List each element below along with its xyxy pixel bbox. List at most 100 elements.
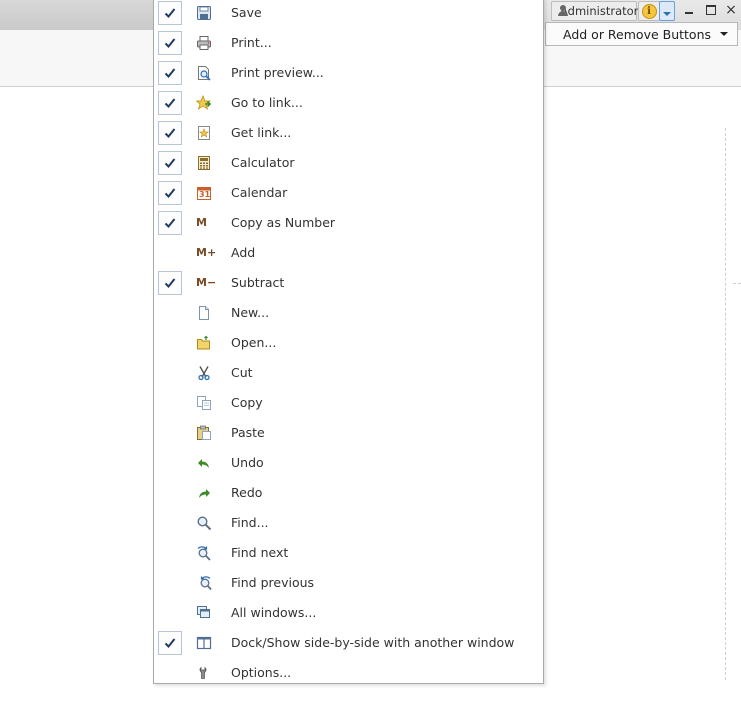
menu-item-subtract[interactable]: M− Subtract xyxy=(154,268,543,298)
checkmark-icon xyxy=(158,61,182,85)
dropdown-arrow-icon xyxy=(720,32,728,36)
redo-icon xyxy=(196,485,212,501)
menu-item-label: New... xyxy=(231,305,270,320)
menu-item-save[interactable]: Save xyxy=(154,0,543,28)
menu-item-print-preview[interactable]: Print preview... xyxy=(154,58,543,88)
toolbar-options-dropdown[interactable] xyxy=(659,1,675,21)
menu-item-find[interactable]: Find... xyxy=(154,508,543,538)
m-plus-icon: M+ xyxy=(196,245,216,261)
menu-item-label: Add xyxy=(231,245,256,260)
menu-item-label: Options... xyxy=(231,665,292,680)
menu-item-label: Redo xyxy=(231,485,263,500)
menu-item-label: Dock/Show side-by-side with another wind… xyxy=(231,635,515,650)
print-icon xyxy=(196,35,212,51)
menu-item-label: Find previous xyxy=(231,575,315,590)
save-icon xyxy=(196,5,212,21)
all-windows-icon xyxy=(196,605,212,621)
menu-item-find-next[interactable]: Find next xyxy=(154,538,543,568)
paste-icon xyxy=(196,425,212,441)
menu-item-calculator[interactable]: Calculator xyxy=(154,148,543,178)
dock-side-by-side-icon xyxy=(196,635,212,651)
open-folder-icon xyxy=(196,335,212,351)
menu-item-label: Open... xyxy=(231,335,277,350)
go-to-link-icon xyxy=(195,95,212,111)
find-icon xyxy=(196,515,212,531)
maximize-button[interactable] xyxy=(702,2,720,18)
menu-item-paste[interactable]: Paste xyxy=(154,418,543,448)
m-icon: M xyxy=(196,215,212,231)
menu-item-redo[interactable]: Redo xyxy=(154,478,543,508)
info-button[interactable]: i xyxy=(638,1,660,21)
menu-item-copy[interactable]: Copy xyxy=(154,388,543,418)
menu-item-label: Print preview... xyxy=(231,65,324,80)
find-previous-icon xyxy=(196,575,212,591)
scissors-icon xyxy=(196,365,212,381)
close-button[interactable]: × xyxy=(722,2,740,18)
menu-item-options[interactable]: Options... xyxy=(154,658,543,688)
get-link-icon xyxy=(196,125,212,141)
menu-item-undo[interactable]: Undo xyxy=(154,448,543,478)
checkmark-icon xyxy=(158,1,182,25)
checkmark-icon xyxy=(158,211,182,235)
menu-item-copy-as-number[interactable]: M Copy as Number xyxy=(154,208,543,238)
user-name: Administrator xyxy=(560,4,639,18)
checkmark-icon xyxy=(158,91,182,115)
menu-item-all-windows[interactable]: All windows... xyxy=(154,598,543,628)
checkmark-icon xyxy=(158,121,182,145)
copy-icon xyxy=(196,395,212,411)
add-remove-label: Add or Remove Buttons xyxy=(563,26,712,42)
add-remove-buttons[interactable]: Add or Remove Buttons xyxy=(545,22,738,46)
checkmark-icon xyxy=(158,631,182,655)
menu-item-go-to-link[interactable]: Go to link... xyxy=(154,88,543,118)
m-minus-icon: M− xyxy=(196,275,216,291)
menu-item-find-previous[interactable]: Find previous xyxy=(154,568,543,598)
find-next-icon xyxy=(196,545,212,561)
menu-item-label: Subtract xyxy=(231,275,285,290)
menu-item-label: Find next xyxy=(231,545,289,560)
menu-item-calendar[interactable]: 31 Calendar xyxy=(154,178,543,208)
menu-item-label: Print... xyxy=(231,35,272,50)
menu-item-get-link[interactable]: Get link... xyxy=(154,118,543,148)
checkmark-icon xyxy=(158,271,182,295)
add-remove-buttons-menu: Save Print... Print preview... Go to link..… xyxy=(153,0,544,684)
menu-item-label: Undo xyxy=(231,455,264,470)
dashed-divider xyxy=(725,128,726,680)
menu-item-label: Paste xyxy=(231,425,265,440)
menu-item-dock-show-side-by-side-with-another-window[interactable]: Dock/Show side-by-side with another wind… xyxy=(154,628,543,658)
menu-item-label: Copy as Number xyxy=(231,215,336,230)
new-document-icon xyxy=(196,305,212,321)
dashed-marker xyxy=(733,283,741,284)
calendar-icon: 31 xyxy=(196,185,212,201)
options-wrench-icon xyxy=(196,665,212,681)
user-menu-button[interactable]: Administrator xyxy=(551,1,639,21)
info-icon: i xyxy=(641,3,657,19)
checkmark-icon xyxy=(158,31,182,55)
menu-item-new[interactable]: New... xyxy=(154,298,543,328)
calendar-day: 31 xyxy=(199,190,211,199)
calculator-icon xyxy=(196,155,212,171)
m-icon-text: M xyxy=(196,216,207,229)
menu-item-label: Get link... xyxy=(231,125,292,140)
chevron-down-icon xyxy=(663,12,671,16)
m-plus-icon-text: M+ xyxy=(196,246,217,259)
checkmark-icon xyxy=(158,181,182,205)
menu-item-label: Calculator xyxy=(231,155,295,170)
minimize-button[interactable] xyxy=(680,2,698,18)
menu-item-cut[interactable]: Cut xyxy=(154,358,543,388)
m-minus-icon-text: M− xyxy=(196,276,217,289)
menu-item-label: Cut xyxy=(231,365,253,380)
menu-item-label: All windows... xyxy=(231,605,317,620)
title-bar-gradient xyxy=(0,0,153,30)
menu-item-open[interactable]: Open... xyxy=(154,328,543,358)
menu-item-label: Copy xyxy=(231,395,263,410)
print-preview-icon xyxy=(196,65,212,81)
checkmark-icon xyxy=(158,151,182,175)
menu-item-label: Go to link... xyxy=(231,95,303,110)
menu-item-label: Find... xyxy=(231,515,269,530)
menu-item-label: Save xyxy=(231,5,262,20)
menu-item-label: Calendar xyxy=(231,185,288,200)
close-icon: × xyxy=(725,2,737,18)
menu-item-print[interactable]: Print... xyxy=(154,28,543,58)
menu-item-add[interactable]: M+ Add xyxy=(154,238,543,268)
undo-icon xyxy=(196,455,212,471)
